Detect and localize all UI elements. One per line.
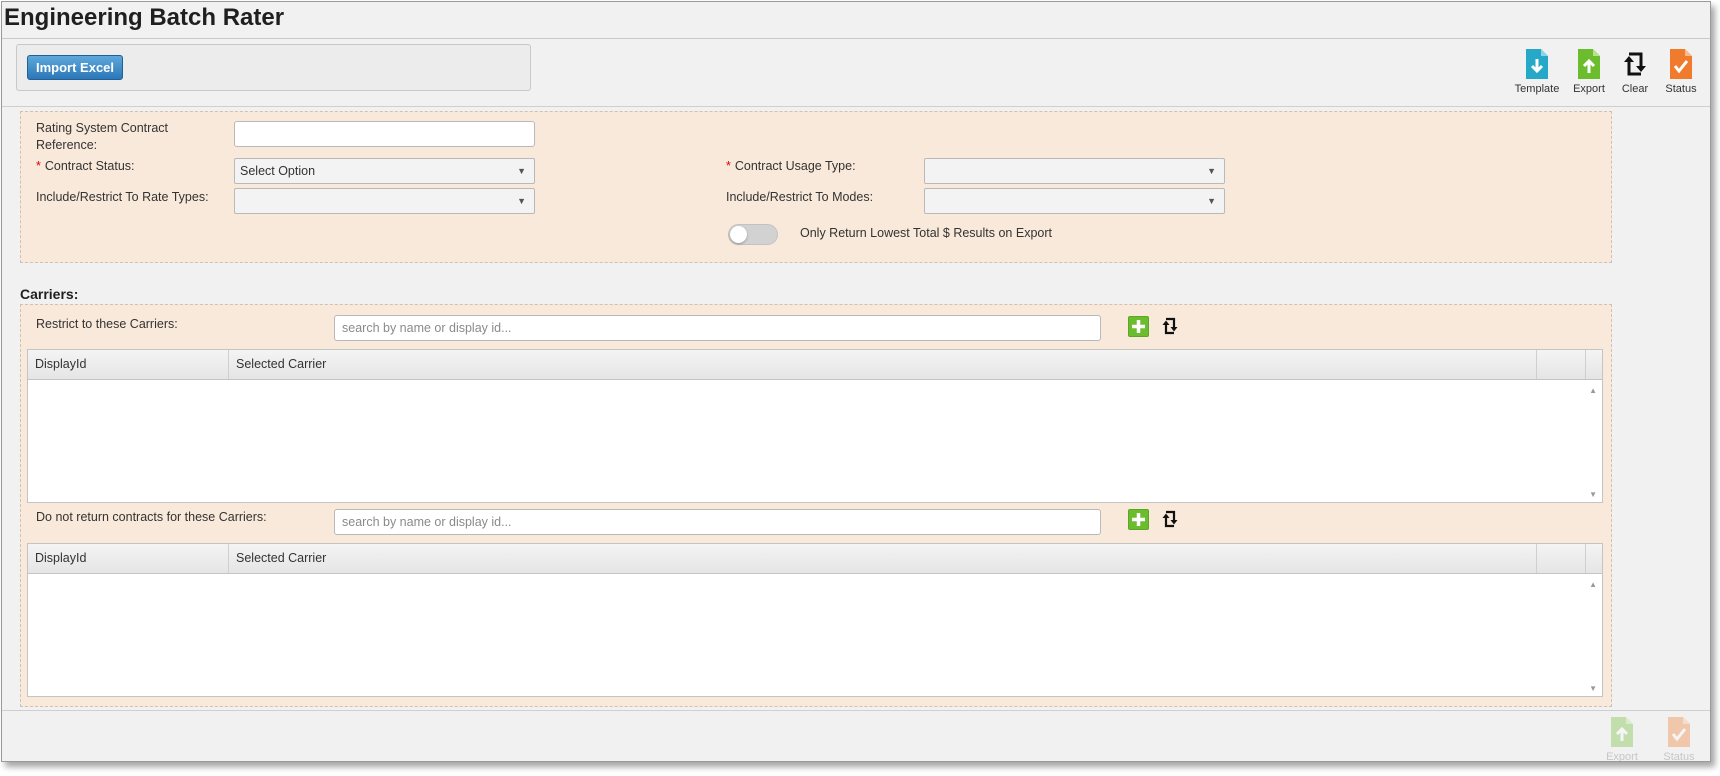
contract-status-value: Select Option	[240, 164, 316, 178]
page-title: Engineering Batch Rater	[4, 4, 285, 31]
chevron-down-icon: ▼	[1207, 196, 1216, 206]
chevron-down-icon: ▼	[517, 166, 526, 176]
modes-select[interactable]: ▼	[924, 188, 1225, 214]
export-label: Export	[1573, 83, 1605, 95]
toolbar-divider	[2, 106, 1710, 107]
modes-label: Include/Restrict To Modes:	[726, 190, 874, 204]
import-panel: Import Excel	[16, 44, 531, 91]
rate-types-label: Include/Restrict To Rate Types:	[36, 190, 209, 204]
restrict-carriers-label: Restrict to these Carriers:	[36, 317, 178, 331]
scroll-down-icon[interactable]: ▼	[1589, 684, 1597, 693]
scroll-down-icon[interactable]: ▼	[1589, 490, 1597, 499]
footer-export-label: Export	[1606, 751, 1638, 763]
file-upload-icon	[1578, 49, 1600, 79]
chevron-down-icon: ▼	[517, 196, 526, 206]
clear-button[interactable]: Clear	[1612, 48, 1658, 95]
import-excel-button[interactable]: Import Excel	[27, 55, 124, 80]
required-marker: *	[726, 159, 731, 173]
title-divider	[2, 38, 1710, 39]
grid-header: DisplayId Selected Carrier	[28, 544, 1602, 574]
add-restrict-carrier-button[interactable]	[1128, 316, 1149, 337]
exclude-carriers-search-input[interactable]	[334, 509, 1101, 535]
contract-status-select[interactable]: Select Option ▼	[234, 158, 535, 184]
contract-usage-type-label-text: Contract Usage Type:	[734, 159, 856, 173]
contract-usage-type-select[interactable]: ▼	[924, 158, 1225, 184]
footer-status-label: Status	[1663, 751, 1695, 763]
scroll-up-icon[interactable]: ▲	[1589, 386, 1597, 395]
footer-divider	[2, 710, 1710, 711]
contract-reference-input[interactable]	[234, 121, 535, 147]
clear-label: Clear	[1621, 83, 1649, 95]
contract-usage-type-label: * Contract Usage Type:	[726, 158, 856, 175]
column-header-actions	[1537, 544, 1586, 573]
status-label: Status	[1665, 83, 1697, 95]
toggle-knob	[730, 226, 747, 243]
exclude-carriers-grid: DisplayId Selected Carrier ▲ ▼	[27, 543, 1603, 697]
contract-status-label: * Contract Status:	[36, 158, 135, 175]
batch-rater-window: Engineering Batch Rater Import Excel Tem…	[1, 1, 1711, 763]
file-download-icon	[1526, 49, 1548, 79]
rate-types-select[interactable]: ▼	[234, 188, 535, 214]
column-header-displayid[interactable]: DisplayId	[28, 544, 229, 573]
template-button[interactable]: Template	[1514, 48, 1560, 95]
file-check-icon	[1670, 49, 1692, 79]
file-check-icon	[1668, 717, 1690, 747]
exclude-carriers-label: Do not return contracts for these Carrie…	[36, 510, 267, 524]
plus-icon	[1132, 513, 1145, 526]
column-header-selected-carrier[interactable]: Selected Carrier	[229, 544, 1537, 573]
template-label: Template	[1514, 83, 1560, 95]
contract-reference-label: Rating System Contract Reference:	[36, 121, 168, 152]
contract-status-label-text: Contract Status:	[44, 159, 135, 173]
refresh-icon[interactable]	[1161, 508, 1179, 530]
lowest-total-toggle[interactable]	[728, 224, 778, 245]
lowest-total-label: Only Return Lowest Total $ Results on Ex…	[800, 226, 1052, 240]
export-button[interactable]: Export	[1566, 48, 1612, 95]
restrict-carriers-grid: DisplayId Selected Carrier ▲ ▼	[27, 349, 1603, 503]
file-upload-icon	[1611, 717, 1633, 747]
chevron-down-icon: ▼	[1207, 166, 1216, 176]
carriers-section-title: Carriers:	[20, 286, 79, 302]
contract-options-panel: Rating System Contract Reference: * Contr…	[20, 111, 1612, 263]
required-marker: *	[36, 159, 41, 173]
column-header-displayid[interactable]: DisplayId	[28, 350, 229, 379]
status-button[interactable]: Status	[1658, 48, 1704, 95]
refresh-icon[interactable]	[1161, 315, 1179, 337]
restrict-carriers-search-input[interactable]	[334, 315, 1101, 341]
refresh-icon	[1624, 52, 1646, 76]
footer-export-button[interactable]: Export	[1599, 716, 1645, 763]
add-exclude-carrier-button[interactable]	[1128, 509, 1149, 530]
column-header-selected-carrier[interactable]: Selected Carrier	[229, 350, 1537, 379]
grid-header: DisplayId Selected Carrier	[28, 350, 1602, 380]
column-header-actions	[1537, 350, 1586, 379]
footer-status-button[interactable]: Status	[1656, 716, 1702, 763]
plus-icon	[1132, 320, 1145, 333]
scroll-up-icon[interactable]: ▲	[1589, 580, 1597, 589]
carriers-panel: Restrict to these Carriers: DisplayId Se…	[20, 304, 1612, 707]
